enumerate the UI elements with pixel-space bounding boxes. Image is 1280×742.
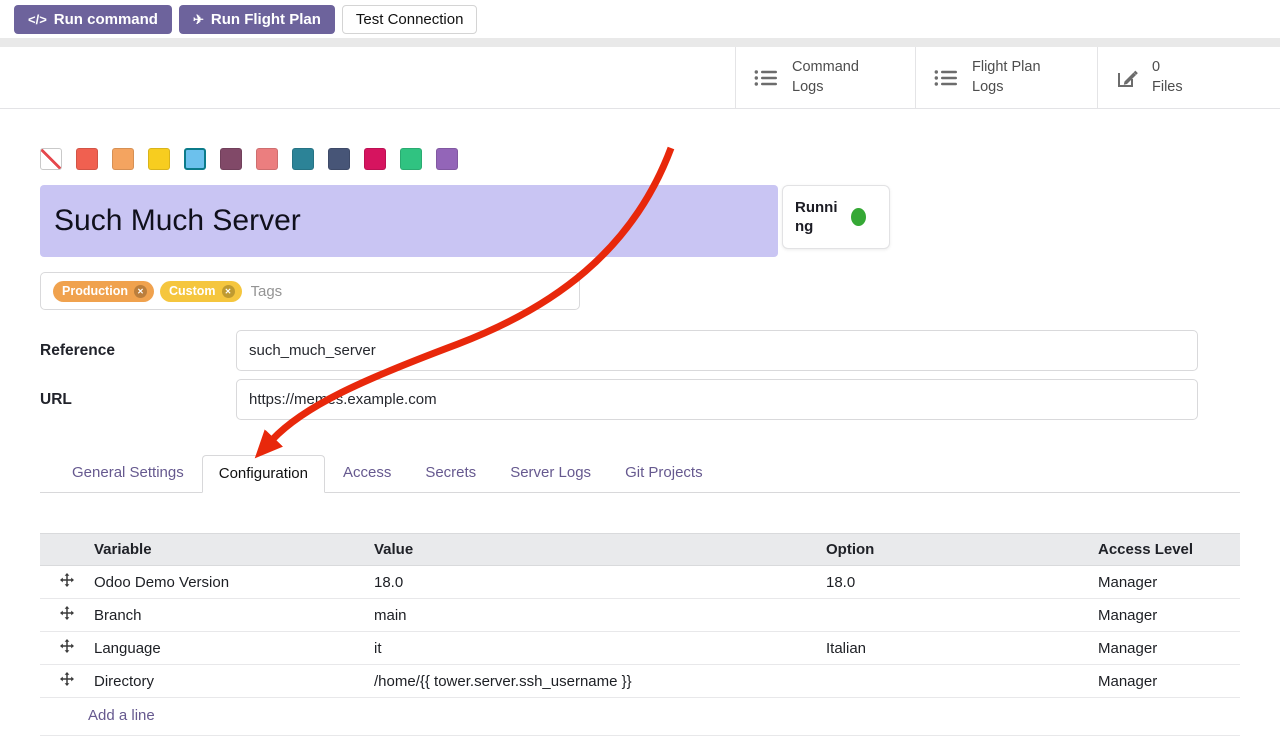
tab-bar: General Settings Configuration Access Se…: [40, 455, 1240, 493]
cell-option[interactable]: [816, 599, 1088, 632]
move-icon: [60, 639, 74, 657]
url-input[interactable]: [236, 379, 1198, 420]
cell-value[interactable]: /home/{{ tower.server.ssh_username }}: [364, 665, 816, 698]
color-swatch-salmon[interactable]: [256, 148, 278, 170]
test-connection-label: Test Connection: [356, 11, 464, 28]
add-line-row: Add a line: [40, 698, 1240, 736]
cell-access-level[interactable]: Manager: [1088, 632, 1240, 665]
tag-remove-icon[interactable]: ✕: [134, 285, 147, 298]
add-a-line-link[interactable]: Add a line: [40, 698, 1240, 736]
flight-plan-logs-button[interactable]: Flight PlanLogs: [915, 47, 1097, 108]
server-name-input[interactable]: [40, 185, 778, 257]
table-header-row: Variable Value Option Access Level: [40, 534, 1240, 566]
run-flight-plan-button[interactable]: ✈ Run Flight Plan: [179, 5, 335, 34]
color-swatch-yellow[interactable]: [148, 148, 170, 170]
url-row: URL: [40, 379, 1198, 420]
fields: Reference URL: [40, 330, 1198, 420]
title-row: Running: [40, 185, 1240, 257]
tab-server-logs[interactable]: Server Logs: [494, 455, 607, 492]
cell-variable[interactable]: Odoo Demo Version: [84, 566, 364, 599]
plane-icon: ✈: [193, 12, 204, 28]
reference-row: Reference: [40, 330, 1198, 371]
tags-input[interactable]: [251, 283, 568, 300]
run-command-button[interactable]: </> Run command: [14, 5, 172, 34]
drag-handle[interactable]: [40, 632, 84, 665]
reference-input[interactable]: [236, 330, 1198, 371]
url-label: URL: [40, 391, 236, 409]
column-header-access-level[interactable]: Access Level: [1088, 534, 1240, 566]
cell-variable[interactable]: Language: [84, 632, 364, 665]
cell-option[interactable]: Italian: [816, 632, 1088, 665]
toolbar: </> Run command ✈ Run Flight Plan Test C…: [0, 0, 1280, 34]
status-dot-icon: [851, 208, 866, 226]
tag-label: Production: [62, 284, 128, 298]
color-swatch-lightblue-selected[interactable]: [184, 148, 206, 170]
drag-handle[interactable]: [40, 599, 84, 632]
chevron-down-icon[interactable]: [557, 289, 565, 294]
page-header: CommandLogs Flight PlanLogs 0Files: [0, 47, 1280, 109]
status-label: Running: [795, 198, 842, 237]
table-row: Odoo Demo Version 18.0 18.0 Manager: [40, 566, 1240, 599]
move-icon: [60, 573, 74, 591]
column-header-value[interactable]: Value: [364, 534, 816, 566]
tag-production: Production ✕: [53, 281, 154, 302]
tab-general-settings[interactable]: General Settings: [56, 455, 200, 492]
reference-label: Reference: [40, 342, 236, 360]
divider-strip: [0, 38, 1280, 47]
server-form: Running Production ✕ Custom ✕ Reference …: [0, 148, 1280, 736]
color-swatch-magenta[interactable]: [364, 148, 386, 170]
cell-value[interactable]: main: [364, 599, 816, 632]
table-row: Directory /home/{{ tower.server.ssh_user…: [40, 665, 1240, 698]
color-swatch-none[interactable]: [40, 148, 62, 170]
cell-access-level[interactable]: Manager: [1088, 665, 1240, 698]
table-row: Language it Italian Manager: [40, 632, 1240, 665]
cell-value[interactable]: it: [364, 632, 816, 665]
column-header-variable[interactable]: Variable: [84, 534, 364, 566]
move-icon: [60, 606, 74, 624]
color-swatch-navy[interactable]: [328, 148, 350, 170]
move-icon: [60, 672, 74, 690]
tab-access[interactable]: Access: [327, 455, 407, 492]
tag-remove-icon[interactable]: ✕: [222, 285, 235, 298]
column-header-option[interactable]: Option: [816, 534, 1088, 566]
files-button[interactable]: 0Files: [1097, 47, 1280, 108]
color-swatch-darkpurple[interactable]: [220, 148, 242, 170]
table-row: Branch main Manager: [40, 599, 1240, 632]
list-icon: [754, 69, 778, 87]
color-swatch-teal[interactable]: [292, 148, 314, 170]
handle-column-header: [40, 534, 84, 566]
color-swatch-green[interactable]: [400, 148, 422, 170]
test-connection-button[interactable]: Test Connection: [342, 5, 478, 34]
cell-value[interactable]: 18.0: [364, 566, 816, 599]
color-swatch-purple[interactable]: [436, 148, 458, 170]
drag-handle[interactable]: [40, 566, 84, 599]
run-command-label: Run command: [54, 11, 158, 28]
command-logs-label: CommandLogs: [792, 58, 859, 97]
cell-option[interactable]: 18.0: [816, 566, 1088, 599]
edit-icon: [1116, 67, 1138, 89]
files-label: 0Files: [1152, 58, 1183, 97]
color-swatch-orange[interactable]: [112, 148, 134, 170]
cell-variable[interactable]: Branch: [84, 599, 364, 632]
variables-table: Variable Value Option Access Level Odoo …: [40, 533, 1240, 736]
cell-access-level[interactable]: Manager: [1088, 599, 1240, 632]
tags-field[interactable]: Production ✕ Custom ✕: [40, 272, 580, 310]
cell-access-level[interactable]: Manager: [1088, 566, 1240, 599]
flight-plan-logs-label: Flight PlanLogs: [972, 58, 1041, 97]
color-swatch-red[interactable]: [76, 148, 98, 170]
list-icon: [934, 69, 958, 87]
tab-secrets[interactable]: Secrets: [409, 455, 492, 492]
cell-option[interactable]: [816, 665, 1088, 698]
run-flight-plan-label: Run Flight Plan: [211, 11, 321, 28]
tag-label: Custom: [169, 284, 216, 298]
code-icon: </>: [28, 12, 47, 27]
tab-git-projects[interactable]: Git Projects: [609, 455, 719, 492]
cell-variable[interactable]: Directory: [84, 665, 364, 698]
tag-custom: Custom ✕: [160, 281, 242, 302]
command-logs-button[interactable]: CommandLogs: [735, 47, 915, 108]
status-badge[interactable]: Running: [782, 185, 890, 249]
color-palette: [40, 148, 1240, 170]
drag-handle[interactable]: [40, 665, 84, 698]
tab-configuration[interactable]: Configuration: [202, 455, 325, 493]
